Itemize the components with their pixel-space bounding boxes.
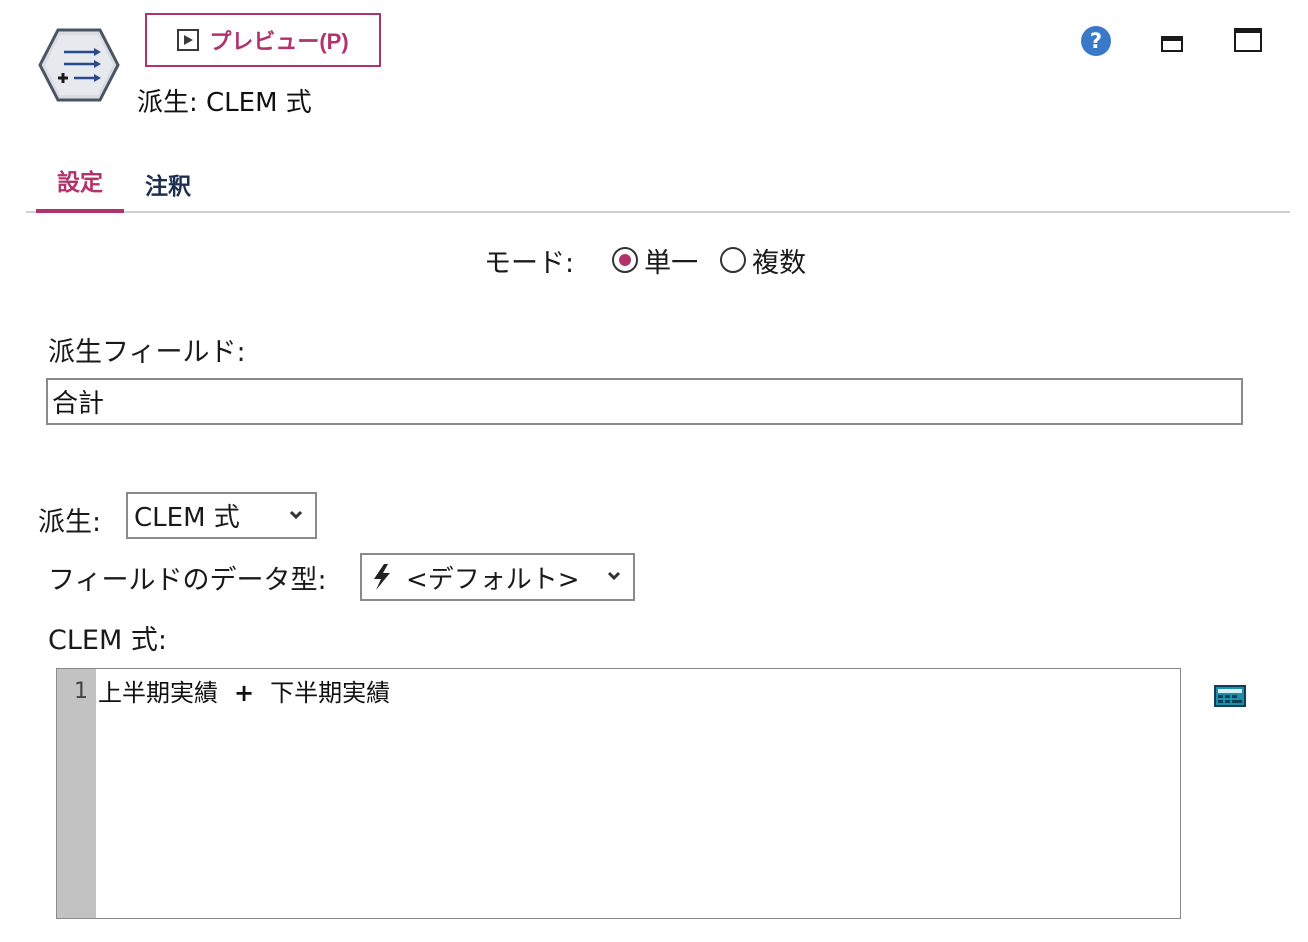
line-number-gutter: 1 bbox=[57, 669, 96, 918]
tab-annotations[interactable]: 注釈 bbox=[124, 150, 212, 211]
tab-settings[interactable]: 設定 bbox=[36, 150, 124, 213]
mode-multiple-radio[interactable] bbox=[720, 247, 747, 273]
play-icon bbox=[177, 29, 200, 51]
derive-node-icon bbox=[38, 28, 120, 102]
operator: + bbox=[234, 679, 255, 707]
svg-text:?: ? bbox=[1090, 29, 1102, 53]
derive-as-value: CLEM 式 bbox=[134, 503, 240, 533]
expression-code[interactable]: 上半期実績 + 下半期実績 bbox=[96, 669, 1180, 918]
field-type-select[interactable]: <デフォルト> bbox=[360, 553, 635, 601]
chevron-down-icon bbox=[607, 571, 621, 581]
derive-as-label: 派生: bbox=[38, 507, 102, 538]
mode-label: モード: bbox=[484, 247, 575, 279]
derive-as-select[interactable]: CLEM 式 bbox=[126, 492, 317, 539]
mode-row: モード: 単一 複数 bbox=[484, 238, 828, 282]
derive-field-label: 派生フィールド: bbox=[48, 337, 246, 368]
derive-node-dialog: プレビュー(P) 派生: CLEM 式 ? 設定 注釈 モード: 単一 複数 派… bbox=[0, 0, 1308, 942]
tab-bar: 設定 注釈 bbox=[26, 150, 1290, 213]
field-type-value: <デフォルト> bbox=[406, 564, 580, 595]
lightning-icon bbox=[374, 564, 390, 590]
derive-field-input[interactable] bbox=[46, 378, 1243, 425]
mode-single-radio[interactable] bbox=[612, 247, 639, 273]
maximize-icon[interactable] bbox=[1234, 28, 1262, 52]
mode-multiple-label[interactable]: 複数 bbox=[752, 241, 806, 280]
preview-button-label: プレビュー(P) bbox=[209, 29, 349, 54]
clem-expression-label: CLEM 式: bbox=[48, 625, 167, 656]
line-number: 1 bbox=[74, 679, 88, 704]
node-title: 派生: CLEM 式 bbox=[137, 88, 312, 118]
chevron-down-icon bbox=[289, 510, 303, 519]
expression-builder-icon[interactable] bbox=[1214, 684, 1246, 708]
help-icon[interactable]: ? bbox=[1080, 25, 1112, 57]
preview-button[interactable]: プレビュー(P) bbox=[145, 13, 381, 67]
minimize-icon[interactable] bbox=[1161, 36, 1183, 52]
operand-1: 上半期実績 bbox=[98, 679, 218, 707]
operand-2: 下半期実績 bbox=[270, 679, 391, 707]
field-type-label: フィールドのデータ型: bbox=[48, 565, 327, 596]
mode-single-label[interactable]: 単一 bbox=[644, 241, 698, 280]
clem-expression-editor[interactable]: 1 上半期実績 + 下半期実績 bbox=[56, 668, 1181, 919]
